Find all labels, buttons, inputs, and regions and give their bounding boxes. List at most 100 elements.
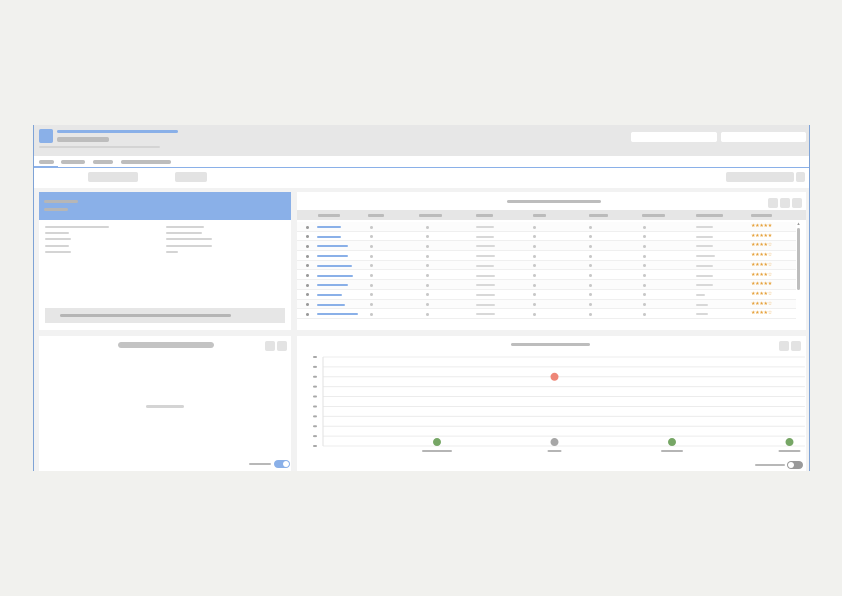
row-select-checkbox[interactable] xyxy=(306,293,309,297)
filter-input[interactable] xyxy=(726,172,794,182)
detail-panel-header xyxy=(39,192,291,220)
detail-subtitle xyxy=(44,208,68,211)
star-rating: ★★★★☆ xyxy=(751,271,772,278)
table-cell xyxy=(370,225,373,229)
column-header[interactable] xyxy=(589,214,608,217)
table-row[interactable]: ★★★★☆ xyxy=(297,270,796,281)
menu-item-4[interactable] xyxy=(121,160,171,164)
detail-action-button[interactable] xyxy=(45,308,285,323)
toolbar-button-1[interactable] xyxy=(88,172,138,182)
row-link[interactable] xyxy=(317,245,348,248)
column-header[interactable] xyxy=(642,214,665,217)
table-row[interactable]: ★★★★☆ xyxy=(297,289,796,300)
data-point[interactable] xyxy=(433,438,441,447)
row-select-checkbox[interactable] xyxy=(306,303,309,307)
close-icon[interactable] xyxy=(277,341,287,351)
app-logo-icon[interactable] xyxy=(39,129,53,143)
table-row[interactable]: ★★★★☆ xyxy=(297,241,796,252)
table-cell xyxy=(370,254,373,258)
toolbar-button-2[interactable] xyxy=(175,172,207,182)
column-header[interactable] xyxy=(533,214,546,217)
chart-panel xyxy=(297,336,806,471)
table-cell xyxy=(533,274,536,277)
table-row[interactable]: ★★★★★ xyxy=(297,231,796,242)
field-value xyxy=(166,245,212,247)
row-link[interactable] xyxy=(317,255,348,258)
app-header xyxy=(34,125,809,156)
star-rating: ★★★★★ xyxy=(751,223,772,229)
data-point[interactable] xyxy=(668,438,676,447)
row-select-checkbox[interactable] xyxy=(306,254,309,258)
settings-icon[interactable] xyxy=(780,198,790,208)
table-cell xyxy=(370,264,373,268)
table-row[interactable]: ★★★★☆ xyxy=(297,299,796,310)
table-cell xyxy=(370,303,373,307)
row-link[interactable] xyxy=(317,226,341,228)
table-cell xyxy=(589,235,592,239)
row-link[interactable] xyxy=(317,274,353,277)
row-link[interactable] xyxy=(317,293,342,296)
column-header[interactable] xyxy=(318,214,340,217)
table-cell xyxy=(370,283,373,287)
more-icon[interactable] xyxy=(792,198,802,208)
header-button-2[interactable] xyxy=(721,132,806,142)
header-button-1[interactable] xyxy=(631,132,717,142)
refresh-icon[interactable] xyxy=(768,198,778,208)
column-header[interactable] xyxy=(696,214,723,217)
table-cell xyxy=(476,293,495,296)
y-tick-label xyxy=(313,445,317,447)
column-header[interactable] xyxy=(368,214,384,217)
table-cell xyxy=(426,225,429,229)
row-link[interactable] xyxy=(317,313,358,316)
menu-item-2[interactable] xyxy=(61,160,85,164)
y-tick-label xyxy=(313,425,317,428)
data-point[interactable] xyxy=(550,438,559,447)
table-cell xyxy=(533,235,536,239)
column-header[interactable] xyxy=(419,214,442,217)
row-select-checkbox[interactable] xyxy=(306,244,309,248)
table-row[interactable]: ★★★★★ xyxy=(297,222,796,232)
table-cell xyxy=(589,283,592,287)
menu-item-1[interactable] xyxy=(39,160,54,164)
table-cell xyxy=(533,254,536,258)
table-cell xyxy=(643,293,646,297)
row-link[interactable] xyxy=(317,284,348,287)
chart-toggle-switch[interactable] xyxy=(787,461,803,469)
table-scrollbar[interactable] xyxy=(797,228,800,290)
data-point-error[interactable] xyxy=(550,372,559,381)
table-row[interactable]: ★★★★☆ xyxy=(297,260,796,271)
star-rating: ★★★★★ xyxy=(751,232,772,239)
column-header[interactable] xyxy=(751,214,772,217)
row-select-checkbox[interactable] xyxy=(306,274,309,277)
x-tick-label xyxy=(422,450,452,452)
column-header[interactable] xyxy=(476,214,493,217)
toggle-switch[interactable] xyxy=(274,460,290,468)
row-link[interactable] xyxy=(317,235,341,238)
table-cell xyxy=(533,293,536,297)
data-point[interactable] xyxy=(785,438,794,447)
star-rating: ★★★★☆ xyxy=(751,261,772,268)
table-row[interactable]: ★★★★★ xyxy=(297,280,796,290)
table-cell xyxy=(426,244,429,248)
table-cell xyxy=(476,274,495,277)
row-select-checkbox[interactable] xyxy=(306,312,309,316)
table-cell xyxy=(589,312,592,316)
row-select-checkbox[interactable] xyxy=(306,235,309,239)
table-row[interactable]: ★★★★☆ xyxy=(297,251,796,261)
table-cell xyxy=(589,225,592,229)
expand-icon[interactable] xyxy=(265,341,275,351)
table-row[interactable]: ★★★★☆ xyxy=(297,309,796,319)
row-select-checkbox[interactable] xyxy=(306,283,309,287)
filter-button[interactable] xyxy=(796,172,805,182)
empty-state-text xyxy=(146,405,184,408)
table-cell xyxy=(589,254,592,258)
scroll-up-icon[interactable]: ▴ xyxy=(796,222,801,227)
empty-panel xyxy=(39,336,291,471)
row-select-checkbox[interactable] xyxy=(306,264,309,268)
menu-item-3[interactable] xyxy=(93,160,113,164)
y-tick-label xyxy=(313,405,317,408)
row-link[interactable] xyxy=(317,303,345,306)
row-select-checkbox[interactable] xyxy=(306,225,309,229)
row-link[interactable] xyxy=(317,264,352,267)
field-label xyxy=(45,226,109,228)
